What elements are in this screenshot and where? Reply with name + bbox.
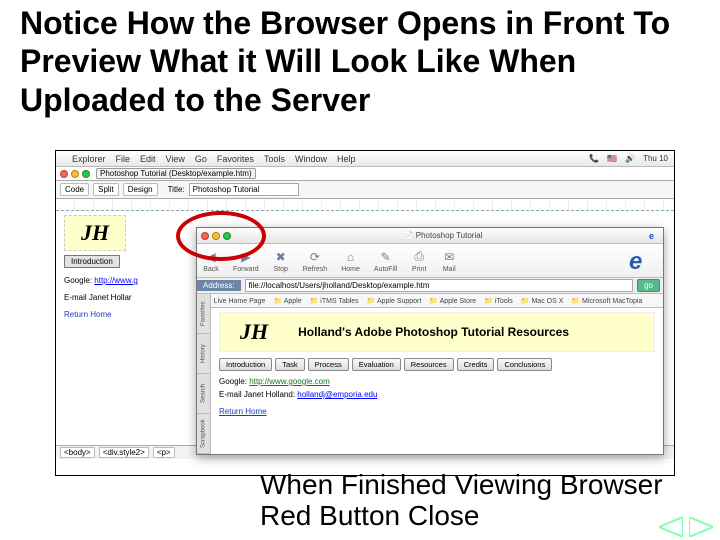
volume-icon[interactable]: 🔊 — [625, 154, 635, 163]
dw-tag-p[interactable]: <p> — [153, 447, 175, 458]
dw-tag-body[interactable]: <body> — [60, 447, 95, 458]
clock[interactable]: Thu 10 — [643, 154, 668, 163]
address-input[interactable]: file://localhost/Users/jholland/Desktop/… — [245, 279, 634, 292]
menu-edit[interactable]: Edit — [140, 154, 156, 164]
autofill-icon: ✎ — [378, 249, 394, 265]
tab-conclusions[interactable]: Conclusions — [497, 358, 552, 371]
autofill-button[interactable]: ✎AutoFill — [374, 249, 397, 273]
side-tab-scrapbook[interactable]: Scrapbook — [197, 414, 210, 454]
page-google-link[interactable]: http://www.google.com — [249, 377, 329, 386]
dw-document-bar: Photoshop Tutorial (Desktop/example.htm) — [56, 167, 674, 181]
slide-nav — [658, 516, 714, 538]
tab-process[interactable]: Process — [308, 358, 349, 371]
bg-google-label: Google: — [64, 276, 92, 285]
refresh-icon: ⟳ — [307, 249, 323, 265]
menu-go[interactable]: Go — [195, 154, 207, 164]
flag-icon[interactable]: 🇺🇸 — [607, 154, 617, 163]
fav-itms[interactable]: iTMS Tables — [310, 297, 359, 305]
slide-title: Notice How the Browser Opens in Front To… — [0, 0, 720, 127]
dw-split-button[interactable]: Split — [93, 183, 119, 196]
fav-mactopia[interactable]: Microsoft MacTopia — [571, 297, 642, 305]
tab-evaluation[interactable]: Evaluation — [352, 358, 401, 371]
fav-itools[interactable]: iTools — [484, 297, 513, 305]
home-icon: ⌂ — [343, 249, 359, 265]
page-email-link[interactable]: hollandj@emporia.edu — [297, 390, 377, 399]
dw-title-input[interactable] — [189, 183, 299, 196]
dw-close-icon[interactable] — [60, 170, 68, 178]
page-jh-logo: JH — [228, 317, 280, 347]
browser-toolbar: ◀Back ▶Forward ✖Stop ⟳Refresh ⌂Home ✎Aut… — [197, 244, 663, 278]
browser-window: 📄 Photoshop Tutorial e ◀Back ▶Forward ✖S… — [196, 227, 664, 455]
dw-code-button[interactable]: Code — [60, 183, 89, 196]
print-icon: ⎙ — [411, 249, 427, 265]
page-return-link[interactable]: Return Home — [219, 407, 655, 416]
menu-file[interactable]: File — [116, 154, 131, 164]
ie-logo-icon: e — [649, 231, 659, 241]
address-label: Address: — [197, 280, 241, 291]
go-button[interactable]: go — [637, 279, 660, 292]
slide-bottom-text: When Finished Viewing Browser Red Button… — [260, 470, 720, 532]
page-google-label: Google: — [219, 377, 247, 386]
browser-close-button[interactable] — [201, 232, 209, 240]
mac-menubar: Explorer File Edit View Go Favorites Too… — [56, 151, 674, 167]
bg-jh-logo: JH — [69, 218, 121, 248]
fav-store[interactable]: Apple Store — [429, 297, 476, 305]
prev-slide-button[interactable] — [658, 516, 684, 538]
forward-icon: ▶ — [238, 249, 254, 265]
menu-tools[interactable]: Tools — [264, 154, 285, 164]
dw-zoom-icon[interactable] — [82, 170, 90, 178]
fav-live-home[interactable]: Live Home Page — [203, 297, 265, 305]
next-slide-button[interactable] — [688, 516, 714, 538]
dw-document-tab[interactable]: Photoshop Tutorial (Desktop/example.htm) — [96, 168, 256, 179]
dw-title-label: Title: — [168, 185, 185, 194]
dw-ruler — [56, 199, 674, 211]
side-tab-favorites[interactable]: Favorites — [197, 294, 210, 334]
menu-help[interactable]: Help — [337, 154, 356, 164]
page-tabs: Introduction Task Process Evaluation Res… — [219, 358, 655, 371]
fav-macosx[interactable]: Mac OS X — [521, 297, 564, 305]
ie-throbber-icon: e — [629, 248, 657, 276]
bg-intro-tab[interactable]: Introduction — [64, 255, 120, 268]
menu-explorer[interactable]: Explorer — [72, 154, 106, 164]
phone-icon[interactable]: 📞 — [589, 154, 599, 163]
fav-apple[interactable]: Apple — [273, 297, 301, 305]
menu-view[interactable]: View — [166, 154, 185, 164]
back-icon: ◀ — [203, 249, 219, 265]
address-bar: Address: file://localhost/Users/jholland… — [197, 278, 663, 294]
browser-zoom-button[interactable] — [223, 232, 231, 240]
home-button[interactable]: ⌂Home — [341, 249, 360, 273]
stop-icon: ✖ — [273, 249, 289, 265]
side-tab-search[interactable]: Search — [197, 374, 210, 414]
mail-button[interactable]: ✉Mail — [441, 249, 457, 273]
refresh-button[interactable]: ⟳Refresh — [303, 249, 328, 273]
browser-title: 📄 Photoshop Tutorial — [237, 231, 649, 240]
screenshot-stage: Explorer File Edit View Go Favorites Too… — [55, 150, 675, 476]
tab-introduction[interactable]: Introduction — [219, 358, 272, 371]
stop-button[interactable]: ✖Stop — [273, 249, 289, 273]
mail-icon: ✉ — [441, 249, 457, 265]
print-button[interactable]: ⎙Print — [411, 249, 427, 273]
tab-resources[interactable]: Resources — [404, 358, 454, 371]
fav-support[interactable]: Apple Support — [367, 297, 422, 305]
dw-tag-div[interactable]: <div.style2> — [99, 447, 149, 458]
menu-window[interactable]: Window — [295, 154, 327, 164]
menu-favorites[interactable]: Favorites — [217, 154, 254, 164]
tab-credits[interactable]: Credits — [457, 358, 495, 371]
bg-google-link[interactable]: http://www.g — [94, 276, 138, 285]
browser-minimize-button[interactable] — [212, 232, 220, 240]
tab-task[interactable]: Task — [275, 358, 304, 371]
browser-side-tabs: Favorites History Search Scrapbook — [197, 294, 211, 454]
browser-titlebar[interactable]: 📄 Photoshop Tutorial e — [197, 228, 663, 244]
dw-minimize-icon[interactable] — [71, 170, 79, 178]
forward-button[interactable]: ▶Forward — [233, 249, 259, 273]
page-hero: JH Holland's Adobe Photoshop Tutorial Re… — [219, 312, 655, 352]
dw-design-button[interactable]: Design — [123, 183, 158, 196]
page-hero-title: Holland's Adobe Photoshop Tutorial Resou… — [298, 325, 569, 339]
browser-page: JH Holland's Adobe Photoshop Tutorial Re… — [211, 308, 663, 454]
page-email-label: E-mail Janet Holland: — [219, 390, 295, 399]
favorites-bar: Live Home Page Apple iTMS Tables Apple S… — [197, 294, 663, 308]
side-tab-history[interactable]: History — [197, 334, 210, 374]
dw-toolbar: Code Split Design Title: — [56, 181, 674, 199]
back-button[interactable]: ◀Back — [203, 249, 219, 273]
